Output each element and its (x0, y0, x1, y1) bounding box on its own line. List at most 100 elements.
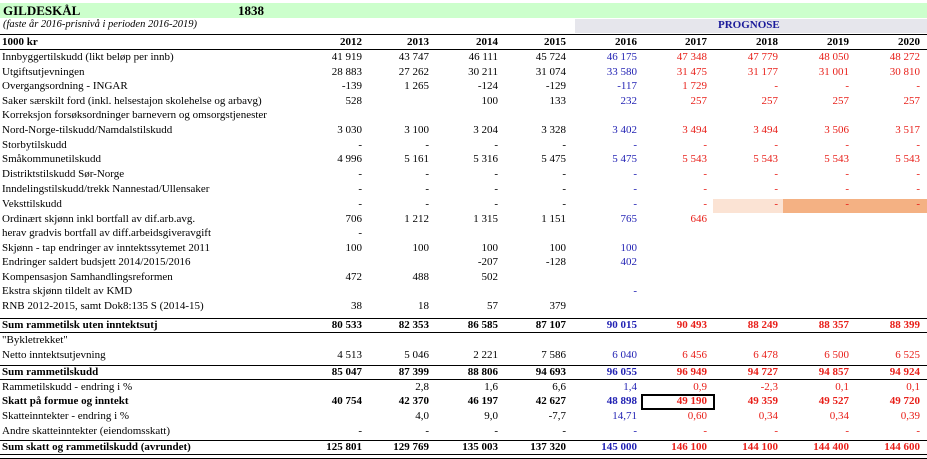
cell-2012[interactable] (302, 380, 362, 394)
cell-2012[interactable] (302, 409, 362, 423)
cell-2017[interactable] (647, 284, 707, 298)
cell-2015[interactable]: 7 586 (506, 348, 566, 362)
cell-2019[interactable]: - (789, 182, 849, 196)
cell-2013[interactable]: - (369, 197, 429, 211)
cell-2014[interactable]: 3 204 (438, 123, 498, 137)
cell-2013[interactable]: 5 046 (369, 348, 429, 362)
cell-2020[interactable]: - (860, 182, 920, 196)
cell-2015[interactable]: 137 320 (506, 440, 566, 454)
cell-2017[interactable] (647, 333, 707, 347)
cell-2018[interactable]: - (718, 138, 778, 152)
cell-2017[interactable] (647, 299, 707, 313)
cell-2018[interactable]: 6 478 (718, 348, 778, 362)
cell-2013[interactable]: 5 161 (369, 152, 429, 166)
cell-2016[interactable]: 3 402 (577, 123, 637, 137)
cell-2012[interactable] (302, 108, 362, 122)
cell-2014[interactable]: 100 (438, 241, 499, 255)
cell-2020[interactable] (860, 299, 920, 313)
cell-2016[interactable]: 96 055 (577, 365, 637, 379)
cell-2015[interactable]: 133 (506, 94, 567, 108)
cell-2016[interactable]: - (577, 138, 637, 152)
cell-2014[interactable]: 135 003 (438, 440, 498, 454)
cell-2014[interactable]: 502 (438, 270, 499, 284)
cell-2016[interactable] (577, 270, 637, 284)
cell-2017[interactable] (647, 108, 707, 122)
cell-2017[interactable]: 257 (647, 94, 708, 108)
cell-2017[interactable] (647, 241, 707, 255)
cell-2020[interactable]: - (860, 167, 920, 181)
cell-2014[interactable]: 88 806 (438, 365, 498, 379)
cell-2018[interactable]: 257 (718, 94, 779, 108)
cell-2017[interactable]: - (647, 138, 707, 152)
cell-2016[interactable]: 765 (577, 212, 638, 226)
cell-2013[interactable]: 27 262 (369, 65, 429, 79)
cell-2019[interactable]: - (789, 79, 849, 93)
cell-2018[interactable] (718, 108, 778, 122)
cell-2020[interactable] (860, 212, 920, 226)
cell-2016[interactable]: 232 (577, 94, 638, 108)
cell-2014[interactable]: - (438, 182, 498, 196)
cell-2016[interactable]: 1,4 (577, 380, 637, 394)
cell-2015[interactable]: - (506, 197, 566, 211)
cell-2020[interactable]: 94 924 (860, 365, 920, 379)
cell-2018[interactable]: 0,34 (718, 409, 778, 423)
cell-2016[interactable] (577, 108, 637, 122)
cell-2020[interactable] (860, 108, 920, 122)
cell-2014[interactable]: 30 211 (438, 65, 498, 79)
cell-2017[interactable]: 0,9 (647, 380, 707, 394)
cell-2014[interactable]: - (438, 424, 498, 438)
cell-2012[interactable]: 528 (302, 94, 363, 108)
cell-2014[interactable] (438, 108, 498, 122)
cell-2014[interactable]: - (438, 167, 498, 181)
cell-2013[interactable]: 43 747 (369, 50, 429, 64)
cell-2012[interactable]: - (302, 167, 362, 181)
cell-2013[interactable] (369, 226, 429, 240)
cell-2017[interactable]: 90 493 (647, 318, 707, 332)
cell-2019[interactable]: 5 543 (789, 152, 849, 166)
cell-2016[interactable]: - (577, 182, 637, 196)
cell-2013[interactable] (369, 255, 429, 269)
cell-2017[interactable]: 47 348 (647, 50, 707, 64)
cell-2014[interactable]: 86 585 (438, 318, 498, 332)
cell-2013[interactable]: 1 265 (369, 79, 429, 93)
cell-2018[interactable] (718, 270, 778, 284)
cell-2015[interactable] (506, 333, 566, 347)
cell-2016[interactable]: 145 000 (577, 440, 637, 454)
cell-2012[interactable]: 85 047 (302, 365, 362, 379)
cell-2015[interactable]: -7,7 (506, 409, 566, 423)
cell-2014[interactable]: - (438, 138, 498, 152)
cell-2013[interactable]: - (369, 167, 429, 181)
cell-2019[interactable] (789, 333, 849, 347)
cell-2017[interactable] (647, 226, 707, 240)
cell-2013[interactable]: 18 (369, 299, 429, 313)
cell-2017[interactable] (647, 270, 707, 284)
cell-2014[interactable]: -124 (438, 79, 498, 93)
cell-2016[interactable]: 14,71 (577, 409, 637, 423)
cell-2019[interactable] (789, 270, 849, 284)
cell-2016[interactable]: 100 (577, 241, 638, 255)
cell-2017[interactable] (647, 255, 707, 269)
cell-2019[interactable]: 0,34 (789, 409, 849, 423)
cell-2017[interactable]: 646 (647, 212, 708, 226)
cell-2014[interactable]: - (438, 197, 498, 211)
cell-2013[interactable]: - (369, 182, 429, 196)
cell-2018[interactable]: 49 359 (718, 394, 778, 408)
cell-2017[interactable]: 1 729 (647, 79, 707, 93)
cell-2014[interactable]: 9,0 (438, 409, 498, 423)
cell-2016[interactable]: 90 015 (577, 318, 637, 332)
cell-2013[interactable]: 100 (369, 241, 430, 255)
cell-2019[interactable] (789, 212, 849, 226)
cell-2014[interactable]: 5 316 (438, 152, 498, 166)
cell-2018[interactable] (718, 333, 778, 347)
cell-2012[interactable]: 4 996 (302, 152, 362, 166)
cell-2019[interactable]: 94 857 (789, 365, 849, 379)
cell-2015[interactable]: 31 074 (506, 65, 566, 79)
cell-2018[interactable] (718, 226, 778, 240)
cell-2020[interactable] (860, 226, 920, 240)
cell-2018[interactable]: 5 543 (718, 152, 778, 166)
cell-2018[interactable]: - (718, 424, 778, 438)
cell-2013[interactable]: 82 353 (369, 318, 429, 332)
cell-2013[interactable]: 1 212 (369, 212, 429, 226)
cell-2014[interactable]: -207 (438, 255, 498, 269)
cell-2014[interactable]: 2 221 (438, 348, 498, 362)
